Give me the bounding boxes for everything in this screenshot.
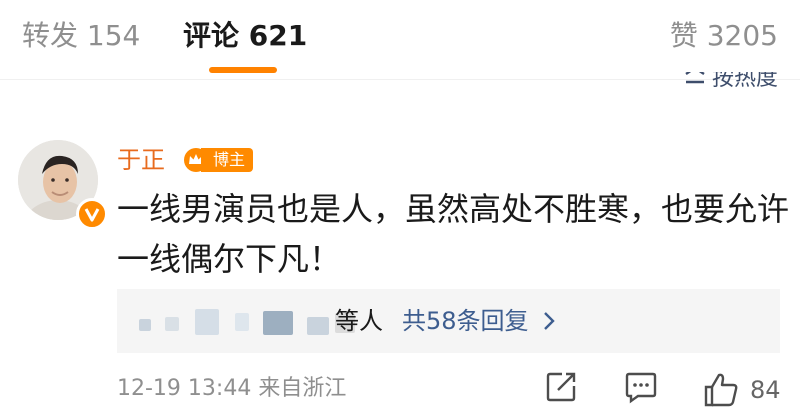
view-replies-link[interactable]: 共58条回复 (402, 305, 555, 337)
comment-text: 一线男演员也是人，虽然高处不胜寒，也要允许 一线偶尔下凡！ (117, 184, 790, 284)
share-icon[interactable] (544, 370, 578, 404)
tab-like[interactable]: 赞 3205 (670, 16, 778, 56)
tab-bar: 转发 154 评论 621 赞 3205 按热度 (0, 0, 800, 91)
tab-comment[interactable]: 评论 621 (183, 16, 307, 56)
sort-label: 按热度 (711, 72, 778, 91)
comment-icon[interactable] (624, 370, 658, 404)
comment-meta: 12-19 13:44 来自浙江 (117, 376, 347, 401)
username[interactable]: 于正 (117, 144, 165, 176)
avatar[interactable] (18, 140, 108, 230)
divider (0, 79, 800, 80)
comment-text-line: 一线男演员也是人，虽然高处不胜寒，也要允许 (117, 190, 790, 228)
replies-count-label: 共58条回复 (402, 307, 529, 335)
like-button[interactable]: 84 (702, 370, 781, 410)
sort-toggle[interactable]: 按热度 (684, 72, 778, 94)
active-tab-indicator (209, 67, 277, 73)
blurred-names (139, 309, 357, 335)
sort-icon (685, 72, 705, 84)
comment-text-line: 一线偶尔下凡！ (117, 240, 342, 278)
like-count: 84 (750, 376, 781, 404)
like-icon (704, 373, 738, 407)
v-badge-icon (76, 198, 108, 230)
author-badge: 博主 (183, 147, 254, 173)
chevron-right-icon (543, 312, 555, 330)
replies-who-label: 等人 (335, 307, 383, 335)
tab-repost[interactable]: 转发 154 (22, 16, 140, 56)
author-badge-label: 博主 (201, 148, 254, 172)
replies-preview[interactable]: 等人 共58条回复 (117, 289, 780, 353)
